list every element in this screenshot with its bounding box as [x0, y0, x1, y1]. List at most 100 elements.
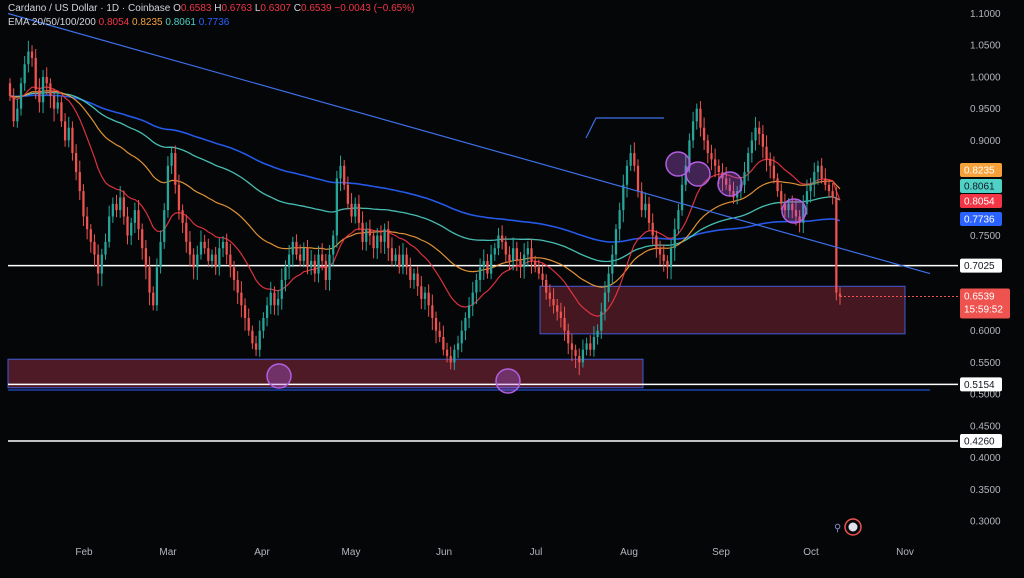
candle-body[interactable] — [706, 140, 709, 154]
candle-body[interactable] — [401, 254, 405, 268]
candle-body[interactable] — [321, 254, 324, 261]
candle-body[interactable] — [574, 349, 577, 357]
candle-body[interactable] — [207, 248, 210, 261]
candle-body[interactable] — [691, 121, 695, 141]
candle-body[interactable] — [640, 191, 643, 211]
candle-body[interactable] — [111, 203, 114, 217]
candle-body[interactable] — [508, 254, 511, 261]
candle-body[interactable] — [449, 356, 452, 363]
candle-body[interactable] — [758, 127, 761, 135]
candle-body[interactable] — [409, 267, 412, 280]
candle-body[interactable] — [196, 254, 199, 268]
candle-body[interactable] — [34, 57, 37, 90]
candle-body[interactable] — [298, 254, 302, 261]
candle-body[interactable] — [174, 153, 177, 185]
candle-body[interactable] — [122, 197, 125, 217]
candle-body[interactable] — [258, 330, 261, 350]
candle-body[interactable] — [133, 210, 137, 223]
candle-body[interactable] — [398, 254, 401, 268]
candle-body[interactable] — [383, 229, 386, 242]
candle-body[interactable] — [589, 343, 592, 350]
candle-body[interactable] — [534, 260, 537, 268]
candle-body[interactable] — [666, 260, 669, 268]
candle-body[interactable] — [332, 235, 335, 255]
support-zone-lower[interactable] — [7, 358, 644, 389]
candle-body[interactable] — [126, 216, 129, 236]
candle-body[interactable] — [493, 248, 496, 255]
candle-body[interactable] — [537, 267, 540, 274]
candle-body[interactable] — [614, 229, 618, 255]
candle-body[interactable] — [420, 286, 423, 299]
candle-body[interactable] — [71, 127, 74, 154]
candle-body[interactable] — [130, 222, 133, 236]
candle-body[interactable] — [445, 349, 449, 357]
candle-body[interactable] — [776, 178, 779, 192]
candle-body[interactable] — [56, 102, 59, 109]
candle-body[interactable] — [677, 210, 680, 230]
candle-body[interactable] — [324, 260, 327, 280]
candle-body[interactable] — [74, 153, 78, 173]
price-chart[interactable]: Feb Mar Apr May Jun Jul Aug Sep Oct Nov 1.1000 1.05… — [0, 0, 1024, 578]
candle-body[interactable] — [218, 248, 221, 268]
candle-body[interactable] — [559, 311, 563, 318]
candle-body[interactable] — [49, 83, 52, 96]
candle-body[interactable] — [390, 248, 394, 261]
candle-body[interactable] — [343, 165, 346, 185]
candle-body[interactable] — [633, 153, 636, 166]
candle-body[interactable] — [302, 248, 305, 261]
candle-body[interactable] — [482, 260, 485, 268]
candle-body[interactable] — [357, 203, 361, 223]
candle-body[interactable] — [335, 178, 338, 236]
candle-body[interactable] — [19, 83, 23, 109]
candle-body[interactable] — [16, 108, 19, 122]
candle-body[interactable] — [636, 165, 640, 192]
candle-body[interactable] — [387, 229, 390, 249]
candle-body[interactable] — [27, 51, 30, 65]
candle-body[interactable] — [214, 254, 217, 268]
candle-body[interactable] — [489, 254, 493, 274]
candle-body[interactable] — [141, 229, 144, 249]
candle-body[interactable] — [243, 305, 247, 318]
highlight-circle[interactable] — [495, 368, 521, 394]
candle-body[interactable] — [82, 191, 85, 217]
candle-body[interactable] — [809, 184, 812, 192]
candle-body[interactable] — [512, 248, 515, 261]
candle-body[interactable] — [434, 317, 438, 331]
candle-body[interactable] — [67, 127, 70, 141]
candle-body[interactable] — [680, 184, 684, 211]
candle-body[interactable] — [486, 260, 489, 274]
candle-body[interactable] — [265, 305, 269, 318]
candle-body[interactable] — [346, 184, 350, 204]
candle-body[interactable] — [603, 292, 607, 312]
candle-body[interactable] — [273, 292, 276, 306]
candle-body[interactable] — [504, 241, 507, 255]
candle-body[interactable] — [60, 102, 63, 122]
candle-body[interactable] — [254, 343, 258, 350]
candle-body[interactable] — [669, 248, 673, 268]
candle-body[interactable] — [651, 222, 654, 236]
candle-body[interactable] — [611, 254, 614, 274]
candle-body[interactable] — [108, 216, 111, 242]
candle-body[interactable] — [552, 298, 555, 306]
candle-body[interactable] — [372, 235, 375, 249]
candle-body[interactable] — [456, 343, 460, 350]
candle-body[interactable] — [350, 203, 353, 217]
candle-body[interactable] — [769, 159, 772, 166]
candle-body[interactable] — [805, 191, 809, 204]
candle-body[interactable] — [467, 305, 471, 318]
candle-body[interactable] — [339, 165, 342, 179]
candle-body[interactable] — [699, 108, 702, 128]
candle-body[interactable] — [89, 229, 92, 242]
candle-body[interactable] — [30, 51, 34, 58]
candle-body[interactable] — [166, 165, 170, 211]
candle-body[interactable] — [144, 248, 148, 268]
candle-body[interactable] — [827, 184, 831, 192]
candle-body[interactable] — [530, 248, 533, 261]
candle-body[interactable] — [416, 273, 419, 287]
candle-body[interactable] — [460, 330, 463, 344]
candle-body[interactable] — [515, 248, 518, 261]
candle-body[interactable] — [251, 330, 254, 344]
candle-body[interactable] — [625, 165, 629, 185]
ema-label[interactable]: EMA 20/50/100/200 — [8, 17, 96, 28]
candle-body[interactable] — [170, 153, 173, 166]
